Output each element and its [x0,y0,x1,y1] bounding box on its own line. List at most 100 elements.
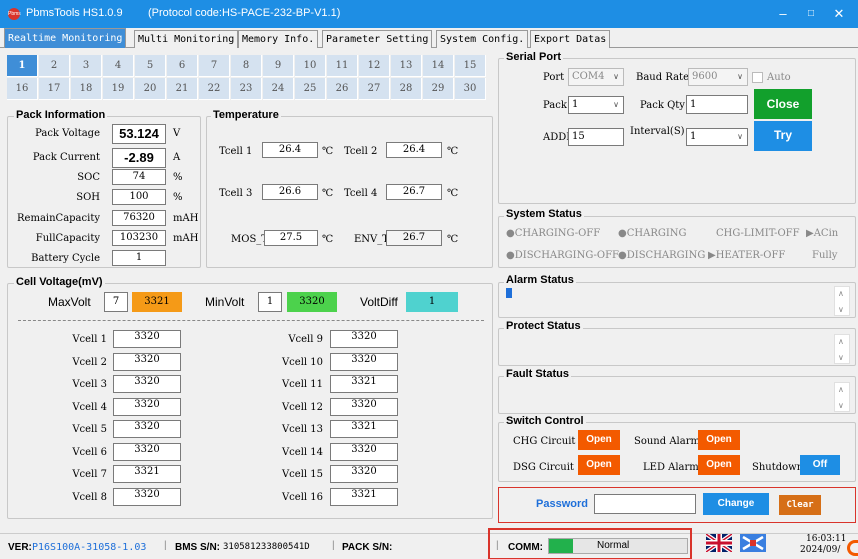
status-discharging: ●DISCHARGING [618,250,706,261]
pack-info-value: 1 [112,250,166,266]
pack-button-8[interactable]: 8 [231,55,262,77]
env-temp-value: 26.7 [386,230,442,246]
led-alarm-button[interactable]: Open [698,455,740,475]
pack-button-16[interactable]: 16 [7,78,38,100]
pack-button-10[interactable]: 10 [295,55,326,77]
pack-button-26[interactable]: 26 [327,78,358,100]
change-password-button[interactable]: Change [703,493,769,515]
pack-button-20[interactable]: 20 [135,78,166,100]
side-tab-icon[interactable] [847,540,858,556]
english-flag-icon[interactable] [706,534,732,552]
password-input[interactable] [594,494,696,514]
vcell-label: Vcell 13 [281,424,323,435]
maximize-icon[interactable]: □ [798,4,824,24]
protect-status-group [498,328,856,366]
auto-checkbox[interactable] [752,72,763,83]
clear-password-button[interactable]: Clear [779,495,821,515]
minimize-icon[interactable]: – [770,4,796,24]
interval-select[interactable]: 1 ∨ [686,128,748,146]
sound-alarm-label: Sound Alarm [634,436,700,447]
chg-circuit-button[interactable]: Open [578,430,620,450]
dsg-circuit-button[interactable]: Open [578,455,620,475]
port-select[interactable]: COM4 ∨ [568,68,624,86]
protect-scrollbar[interactable]: ∧ ∨ [834,334,850,364]
bms-sn-label: BMS S/N: [175,542,220,553]
pack-info-unit: % [173,192,183,203]
protect-status-title: Protect Status [504,320,583,332]
status-acin: ▶ACin [806,228,839,239]
tcell2-unit: ℃ [447,146,459,157]
pack-button-6[interactable]: 6 [167,55,198,77]
baud-rate-select[interactable]: 9600 ∨ [688,68,748,86]
password-label: Password [536,498,588,510]
port-label: Port [543,72,565,83]
env-temp-label: ENV_T [354,234,389,245]
sound-alarm-button[interactable]: Open [698,430,740,450]
alarm-scrollbar[interactable]: ∧ ∨ [834,286,850,316]
tcell2-value: 26.4 [386,142,442,158]
close-port-button[interactable]: Close [754,89,812,119]
pack-button-22[interactable]: 22 [199,78,230,100]
serial-port-title: Serial Port [504,51,564,63]
pack-button-4[interactable]: 4 [103,55,134,77]
pack-info-value: 103230 [112,230,166,246]
fault-scrollbar[interactable]: ∧ ∨ [834,382,850,412]
tab-multi-monitoring[interactable]: Multi Monitoring [134,30,239,48]
pack-button-28[interactable]: 28 [391,78,422,100]
pack-button-5[interactable]: 5 [135,55,166,77]
fault-status-title: Fault Status [504,368,571,380]
pack-button-29[interactable]: 29 [423,78,454,100]
pack-button-18[interactable]: 18 [71,78,102,100]
pack-qty-input[interactable]: 1 [686,95,748,114]
shutdown-label: Shutdown [752,462,804,473]
addr-input[interactable]: 15 [568,128,624,146]
pack-button-17[interactable]: 17 [39,78,70,100]
pack-info-value: 53.124 [112,124,166,144]
pack-button-2[interactable]: 2 [39,55,70,77]
tab-system-config[interactable]: System Config. [436,30,529,48]
vcell-value: 3320 [113,330,181,348]
pack-select[interactable]: 1 ∨ [568,96,624,114]
pack-button-12[interactable]: 12 [359,55,390,77]
tab-memory-info[interactable]: Memory Info. [238,30,319,48]
clock-time: 16:03:11 [806,534,847,544]
bms-sn-value: 310581233800541D [223,542,310,552]
vcell-value: 3321 [330,375,398,393]
pack-button-9[interactable]: 9 [263,55,294,77]
try-button[interactable]: Try [754,121,812,151]
status-heater-off: ▶HEATER-OFF [708,250,786,261]
fault-status-group [498,376,856,414]
shutdown-button[interactable]: Off [800,455,840,475]
pack-button-25[interactable]: 25 [295,78,326,100]
pack-button-24[interactable]: 24 [263,78,294,100]
chg-circuit-label: CHG Circuit [513,436,576,447]
pack-button-13[interactable]: 13 [391,55,422,77]
pack-button-23[interactable]: 23 [231,78,262,100]
alternate-language-icon[interactable] [740,534,766,552]
vcell-label: Vcell 16 [281,491,323,503]
pack-button-3[interactable]: 3 [71,55,102,77]
pack-button-27[interactable]: 27 [359,78,390,100]
pack-button-1[interactable]: 1 [7,55,38,77]
status-dot-icon: ● [618,250,627,261]
pack-button-19[interactable]: 19 [103,78,134,100]
pack-button-11[interactable]: 11 [327,55,358,77]
close-window-icon[interactable]: ✕ [826,4,852,24]
protocol-code: (Protocol code:HS-PACE-232-BP-V1.1) [148,7,341,19]
mos-temp-value: 27.5 [264,230,318,246]
pack-info-unit: A [173,152,181,163]
pack-button-14[interactable]: 14 [423,55,454,77]
tcell3-label: Tcell 3 [219,188,253,199]
pack-button-30[interactable]: 30 [455,78,486,100]
tab-export-datas[interactable]: Export Datas [530,30,611,48]
pack-button-15[interactable]: 15 [455,55,486,77]
cell-voltage-divider [18,320,484,321]
tab-parameter-setting[interactable]: Parameter Setting [322,30,433,48]
pack-button-21[interactable]: 21 [167,78,198,100]
tab-realtime-monitoring[interactable]: Realtime Monitoring [4,28,127,48]
pack-button-7[interactable]: 7 [199,55,230,77]
tcell1-value: 26.4 [262,142,318,158]
version-label: VER: [8,542,32,553]
vcell-value: 3320 [330,397,398,416]
tcell1-unit: ℃ [322,146,334,157]
